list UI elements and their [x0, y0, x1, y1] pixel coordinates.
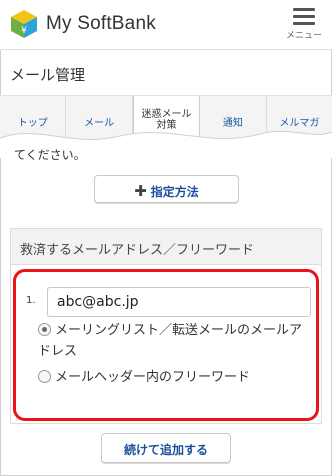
spec-method-label: 指定方法 — [150, 185, 199, 199]
email-input[interactable] — [47, 287, 311, 317]
continue-add-button[interactable]: 続けて追加する — [101, 433, 231, 463]
panel-title: 救済するメールアドレス／フリーワード — [11, 229, 321, 265]
radio-mailing-list[interactable]: メーリングリスト／転送メールのメールアドレス — [38, 320, 308, 362]
softbank-logo-icon: ¥ — [11, 10, 37, 38]
tab-spam-filter-label-line1: 迷惑メール — [141, 109, 192, 120]
plus-icon: ✚ — [134, 182, 147, 200]
truncated-instruction-text: てください。 — [14, 148, 86, 162]
menu-button[interactable]: メニュー — [284, 8, 324, 44]
menu-label: メニュー — [285, 31, 322, 41]
svg-text:¥: ¥ — [21, 26, 27, 36]
hamburger-icon — [293, 8, 315, 25]
radio-mailing-list-label: メーリングリスト／転送メールのメールアドレス — [38, 323, 303, 359]
radio-header-freeword[interactable]: メールヘッダー内のフリーワード — [38, 367, 308, 388]
radio-unchecked-icon — [38, 370, 51, 383]
rescue-address-panel: 救済するメールアドレス／フリーワード 1. メーリングリスト／転送メールのメール… — [10, 228, 322, 424]
app-title: My SoftBank — [46, 13, 156, 34]
radio-checked-icon — [38, 323, 51, 336]
highlight-box: 1. メーリングリスト／転送メールのメールアドレス メールヘッダー内のフリーワー… — [13, 269, 319, 421]
page-title: メール管理 — [0, 50, 332, 96]
entry-number: 1. — [26, 295, 36, 306]
app-header: ¥ My SoftBank メニュー — [0, 0, 332, 50]
spec-method-button[interactable]: ✚ 指定方法 — [94, 175, 239, 203]
radio-header-freeword-label: メールヘッダー内のフリーワード — [55, 370, 251, 385]
